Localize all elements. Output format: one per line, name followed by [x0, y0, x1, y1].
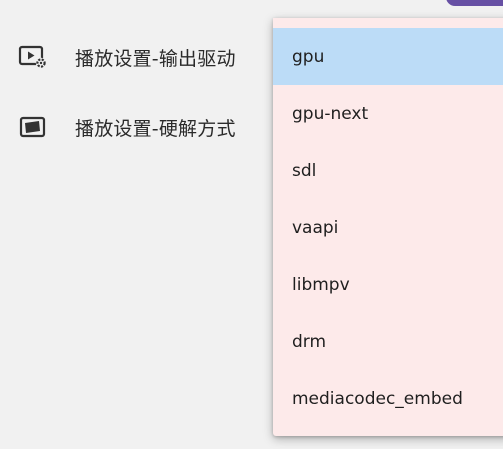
menu-item-sdl[interactable]: sdl — [273, 142, 503, 199]
menu-item-gpu-next[interactable]: gpu-next — [273, 85, 503, 142]
menu-item-mediacodec-embed[interactable]: mediacodec_embed — [273, 370, 503, 427]
settings-item-label: 播放设置-硬解方式 — [75, 117, 236, 140]
accent-pill[interactable] — [446, 0, 503, 6]
settings-item-label: 播放设置-输出驱动 — [75, 47, 236, 70]
menu-item-gpu[interactable]: gpu — [273, 28, 503, 85]
menu-item-libmpv[interactable]: libmpv — [273, 256, 503, 313]
video-settings-icon — [18, 43, 48, 71]
settings-item-output-driver[interactable]: 播放设置-输出驱动 — [0, 29, 270, 85]
menu-item-vaapi[interactable]: vaapi — [273, 199, 503, 256]
picture-frame-icon — [18, 113, 48, 141]
settings-item-hwdec-method[interactable]: 播放设置-硬解方式 — [0, 99, 270, 155]
settings-page: 播放设置-输出驱动 播放设置-硬解方式 gpu gpu-next sdl vaa… — [0, 0, 503, 449]
output-driver-dropdown-menu: gpu gpu-next sdl vaapi libmpv drm mediac… — [273, 18, 503, 436]
menu-item-drm[interactable]: drm — [273, 313, 503, 370]
menu-list: gpu gpu-next sdl vaapi libmpv drm mediac… — [273, 18, 503, 427]
